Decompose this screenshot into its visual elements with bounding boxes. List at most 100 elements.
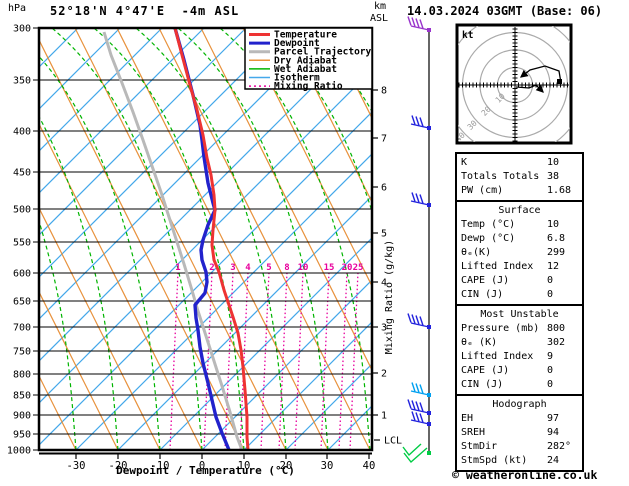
pressure-tick-label: 600 xyxy=(13,269,31,280)
datetime-label: 14.03.2024 03GMT (Base: 06) xyxy=(407,4,603,18)
pressure-tick-label: 800 xyxy=(13,370,31,381)
isotherm-line xyxy=(39,69,372,404)
barb-feather xyxy=(419,194,424,204)
panel-row-label: PW (cm) xyxy=(461,185,504,196)
hodograph-unit-label: kt xyxy=(462,30,473,41)
barb-feather xyxy=(407,399,412,409)
barb-feather xyxy=(419,402,424,412)
mixing-ratio-value: 20 xyxy=(342,263,353,273)
panel-title: Surface xyxy=(498,205,541,216)
barb-feather xyxy=(419,413,424,423)
station-title: 52°18'N 4°47'E -4m ASL xyxy=(50,4,240,18)
barb-feather xyxy=(419,117,424,127)
panel-row-label: Pressure (mb) xyxy=(461,323,540,334)
panel-box-1: Surface Temp (°C) 10 Dewp (°C) 6.8 θₑ(K) 299 Li… xyxy=(455,200,584,306)
barb-feather xyxy=(419,384,424,394)
panel-row-label: CIN (J) xyxy=(461,289,504,300)
panel-row: Pressure (mb) 800 xyxy=(457,322,582,336)
x-axis-title: Dewpoint / Temperature (°C) xyxy=(116,464,295,477)
hodograph-storm-marker xyxy=(557,79,562,84)
panel-row: StmSpd (kt) 24 xyxy=(457,454,582,468)
km-tick-label: 1 xyxy=(381,411,387,422)
panel-row-label: CIN (J) xyxy=(461,379,504,390)
barb-feather xyxy=(411,400,416,410)
panel-row-value: 12 xyxy=(547,261,560,272)
panel-row: Lifted Index 9 xyxy=(457,350,582,364)
barb-feather xyxy=(407,313,412,323)
barb-stem xyxy=(410,322,430,328)
hodograph: 10203040kt xyxy=(455,23,573,145)
pressure-tick-label: 950 xyxy=(13,430,31,441)
mixing-ratio-value: 25 xyxy=(353,263,364,273)
legend: TemperatureDewpointParcel TrajectoryDry … xyxy=(244,27,373,92)
panel-row-value: 0 xyxy=(547,365,554,376)
pressure-tick-label: 750 xyxy=(13,347,31,358)
wind-barb xyxy=(410,382,431,397)
panel-row-label: θₑ(K) xyxy=(461,247,492,258)
lcl-label: LCL xyxy=(384,436,402,447)
pressure-tick-label: 550 xyxy=(13,238,31,249)
panel-row-value: 6.8 xyxy=(547,233,566,244)
panel-row-label: EH xyxy=(461,413,474,424)
barb-feather xyxy=(419,19,424,29)
barb-stem xyxy=(410,390,430,396)
barb-feather xyxy=(415,193,420,203)
panel-row-label: Totals Totals xyxy=(461,171,540,182)
panel-row: K 10 xyxy=(457,156,582,170)
panel-row-label: Dewp (°C) xyxy=(461,233,516,244)
barb-feather xyxy=(411,17,416,27)
panel-row-value: 299 xyxy=(547,247,566,258)
panel-box-3: Hodograph EH 97 SREH 94 StmDir 282° StmSpd (kt)… xyxy=(455,394,584,472)
panel-row: SREH 94 xyxy=(457,426,582,440)
barb-feather xyxy=(411,115,416,125)
profile-lines xyxy=(102,28,250,450)
panel-row-label: θₑ (K) xyxy=(461,337,498,348)
mixing-ratio-line xyxy=(169,271,179,450)
wind-barb xyxy=(407,16,431,32)
panel-row: CIN (J) 0 xyxy=(457,288,582,302)
panel-box-2: Most Unstable Pressure (mb) 800 θₑ (K) 302 Li… xyxy=(455,304,584,396)
pressure-tick-label: 650 xyxy=(13,297,31,308)
mixing-ratio-value: 2 xyxy=(209,263,214,273)
km-tick-label: 7 xyxy=(381,134,387,145)
panel-row-value: 9 xyxy=(547,351,554,362)
panel-row-value: 10 xyxy=(547,157,560,168)
mixing-ratio-line xyxy=(294,271,304,450)
panel-row-value: 24 xyxy=(547,455,560,466)
barb-feather xyxy=(415,383,420,393)
barb-marker xyxy=(427,451,431,455)
panel-row-label: CAPE (J) xyxy=(461,275,510,286)
panel-row: Dewp (°C) 6.8 xyxy=(457,232,582,246)
mixing-axis-label: Mixing Ratio (g/kg) xyxy=(384,240,395,354)
wind-barb xyxy=(410,192,431,207)
pressure-tick-label: 1000 xyxy=(7,446,31,457)
barb-feather xyxy=(415,18,420,28)
barb-feather xyxy=(415,116,420,126)
panel-row-value: 0 xyxy=(547,289,554,300)
panel-row: EH 97 xyxy=(457,412,582,426)
panel-row-value: 800 xyxy=(547,323,566,334)
mixing-ratio-line xyxy=(278,271,288,450)
panel-title: Most Unstable xyxy=(480,309,559,320)
panel-box-0: K 10 Totals Totals 38 PW (cm) 1.68 xyxy=(455,152,584,202)
wind-barb xyxy=(407,313,431,329)
wet-adiabat-line xyxy=(51,28,203,450)
pressure-tick-label: 450 xyxy=(13,168,31,179)
barb-feather xyxy=(411,411,416,421)
km-tick-label: 5 xyxy=(381,229,387,240)
barb-feather xyxy=(411,382,416,392)
wet-adiabat-line xyxy=(39,55,161,450)
barb-stem xyxy=(410,123,430,129)
panel-row: CIN (J) 0 xyxy=(457,378,582,392)
barb-feather xyxy=(415,412,420,422)
legend-item-label: Mixing Ratio xyxy=(274,81,343,92)
barb-stem xyxy=(410,200,430,206)
barb-feather xyxy=(415,401,420,411)
mixing-ratio-value: 8 xyxy=(284,263,289,273)
pressure-tick-label: 300 xyxy=(13,24,31,35)
km-unit-label: km xyxy=(374,1,387,12)
panel-row-label: Lifted Index xyxy=(461,351,534,362)
panel-row-value: 282° xyxy=(547,441,572,452)
pressure-tick-label: 500 xyxy=(13,205,31,216)
panel-row-value: 38 xyxy=(547,171,560,182)
